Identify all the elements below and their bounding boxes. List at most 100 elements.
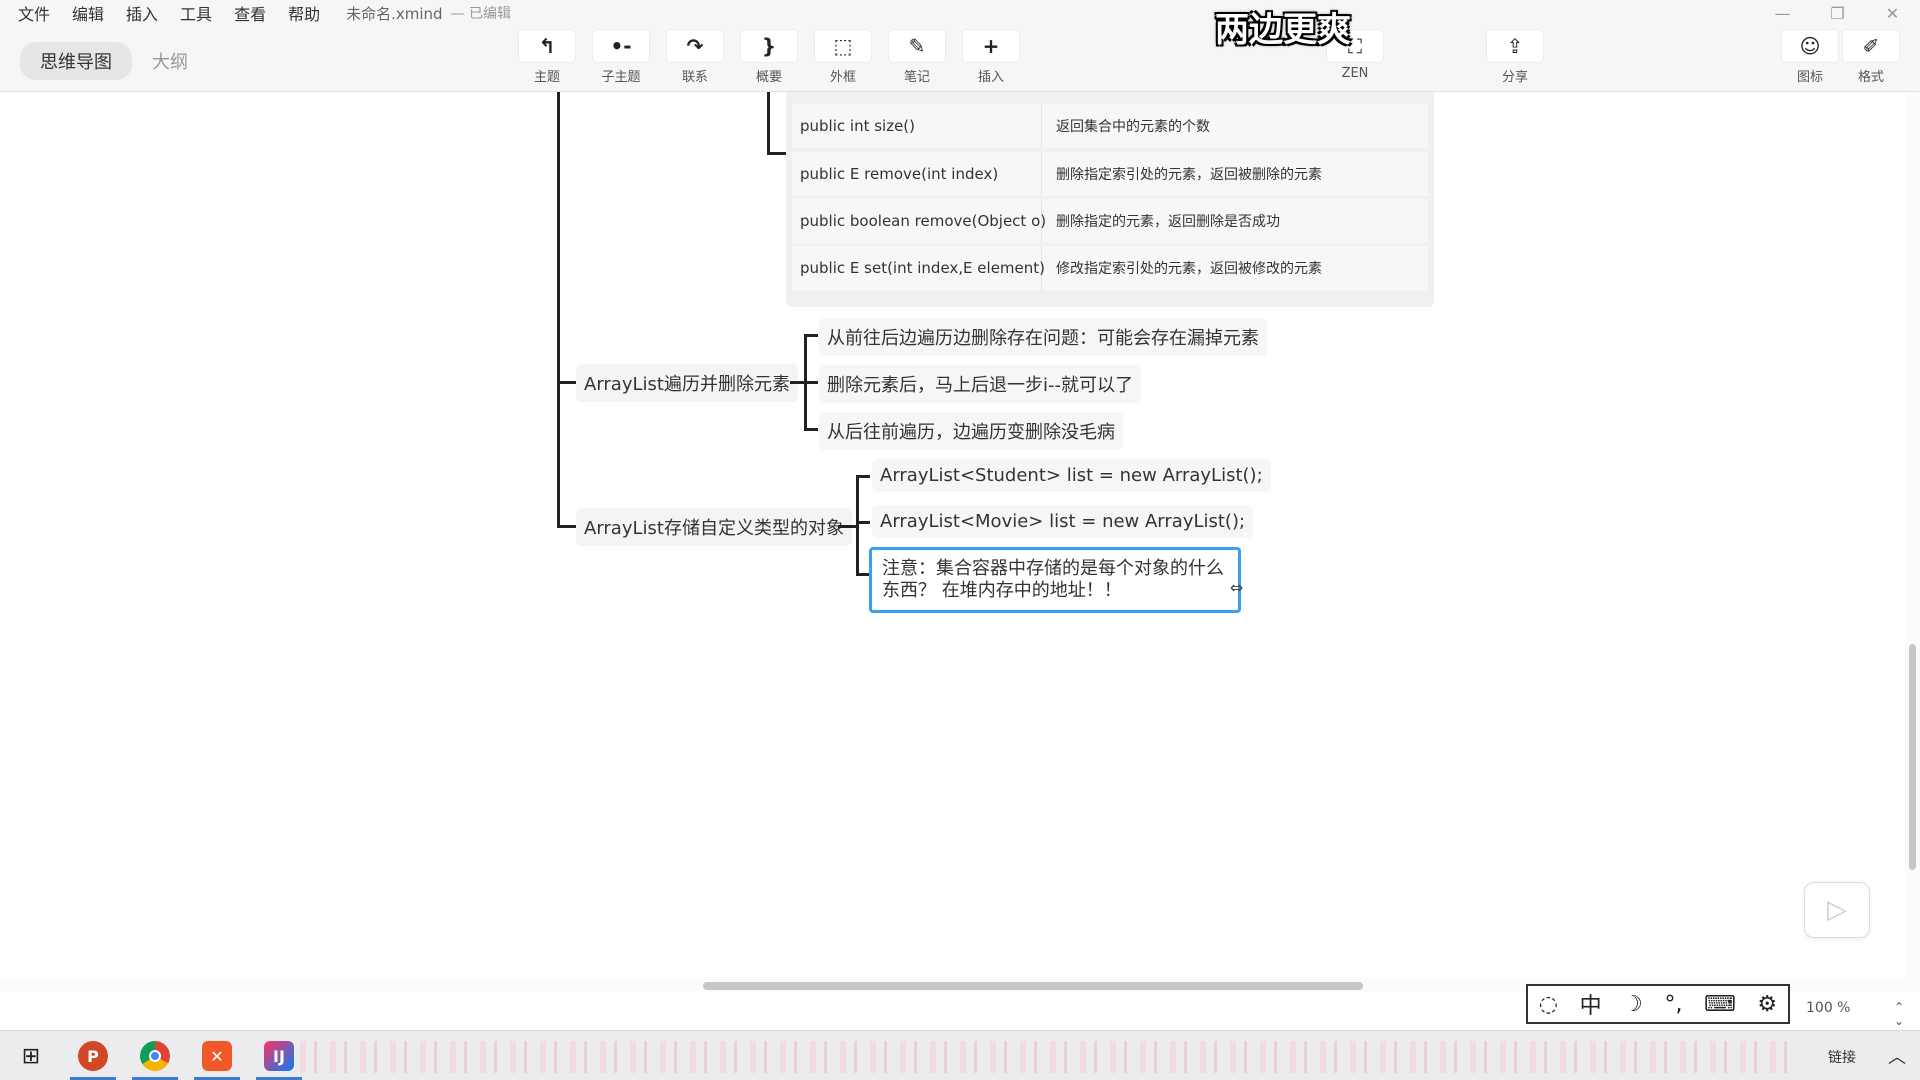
close-button[interactable]: ✕ bbox=[1865, 0, 1920, 26]
connector-line bbox=[767, 92, 770, 154]
share-icon: ⇪ bbox=[1487, 30, 1543, 62]
summary-label: 概要 bbox=[755, 70, 782, 85]
format-label: 格式 bbox=[1857, 70, 1884, 85]
ime-settings-icon[interactable]: ⚙ bbox=[1757, 992, 1777, 1017]
connector-line bbox=[838, 525, 858, 528]
share-button[interactable]: ⇪ 分享 bbox=[1480, 30, 1550, 85]
subtopic-reverse-traverse[interactable]: 从后往前遍历，边遍历变删除没毛病 bbox=[819, 412, 1123, 450]
topic-traverse-delete[interactable]: ArrayList遍历并删除元素 bbox=[576, 364, 798, 402]
document-status: — 已编辑 bbox=[450, 6, 511, 22]
mindmap-canvas[interactable]: public int size() 返回集合中的元素的个数 public E r… bbox=[0, 92, 1905, 984]
ime-moon-icon[interactable]: ☽ bbox=[1623, 992, 1643, 1017]
subtopic-label: 子主题 bbox=[601, 70, 641, 85]
topic-icon: ↰ bbox=[519, 30, 575, 62]
connector-line bbox=[557, 92, 560, 528]
subtopic-step-back[interactable]: 删除元素后，马上后退一步i--就可以了 bbox=[819, 365, 1141, 403]
start-button[interactable]: ⊞ bbox=[6, 1036, 56, 1076]
subtopic-button[interactable]: •- 子主题 bbox=[584, 30, 658, 85]
summary-button[interactable]: } 概要 bbox=[732, 30, 806, 85]
table-row[interactable]: public int size() 返回集合中的元素的个数 bbox=[792, 104, 1428, 148]
toolbar: ↰ 主题 •- 子主题 ↷ 联系 } 概要 ⬚ 外框 ✎ 笔记 + 插入 bbox=[510, 30, 1028, 85]
description-cell: 修改指定索引处的元素，返回被修改的元素 bbox=[1056, 261, 1322, 277]
connector-line bbox=[856, 521, 870, 524]
summary-icon: } bbox=[741, 30, 797, 62]
icon-panel-label: 图标 bbox=[1796, 70, 1823, 85]
relation-button[interactable]: ↷ 联系 bbox=[658, 30, 732, 85]
insert-button[interactable]: + 插入 bbox=[954, 30, 1028, 85]
intellij-icon: IJ bbox=[264, 1041, 294, 1071]
boundary-icon: ⬚ bbox=[815, 30, 871, 62]
method-table: public int size() 返回集合中的元素的个数 public E r… bbox=[786, 92, 1434, 307]
connector-line bbox=[856, 475, 870, 478]
menu-view[interactable]: 查看 bbox=[234, 1, 266, 25]
zen-label: ZEN bbox=[1341, 66, 1369, 81]
menu-file[interactable]: 文件 bbox=[18, 1, 50, 25]
zoom-stepper-icon[interactable]: ⌃ ⌄ bbox=[1894, 1000, 1904, 1028]
maximize-button[interactable]: ❐ bbox=[1810, 0, 1865, 26]
xmind-icon: ✕ bbox=[202, 1041, 232, 1071]
method-cell: public boolean remove(Object o) bbox=[792, 199, 1046, 243]
chrome-icon bbox=[140, 1041, 170, 1071]
scrollbar-thumb[interactable] bbox=[703, 982, 1363, 990]
plus-icon: + bbox=[963, 30, 1019, 62]
subtopic-movie-list[interactable]: ArrayList<Movie> list = new ArrayList(); bbox=[872, 505, 1254, 538]
menu-edit[interactable]: 编辑 bbox=[72, 1, 104, 25]
taskbar-app-intellij[interactable]: IJ bbox=[254, 1036, 304, 1080]
minimize-button[interactable]: — bbox=[1755, 0, 1810, 26]
ime-chinese-mode-icon[interactable]: 中 bbox=[1580, 988, 1602, 1020]
description-cell: 返回集合中的元素的个数 bbox=[1056, 119, 1210, 135]
tab-outline[interactable]: 大纲 bbox=[132, 42, 208, 80]
connector-line bbox=[767, 152, 787, 155]
scrollbar-thumb[interactable] bbox=[1909, 644, 1916, 870]
window-controls: — ❐ ✕ bbox=[1755, 0, 1920, 26]
ime-punctuation-icon[interactable]: °, bbox=[1664, 992, 1682, 1017]
insert-label: 插入 bbox=[977, 70, 1004, 85]
topic-label: 主题 bbox=[533, 70, 560, 85]
relation-label: 联系 bbox=[681, 70, 708, 85]
taskbar-app-xmind[interactable]: ✕ bbox=[192, 1036, 242, 1080]
ime-keyboard-icon[interactable]: ⌨ bbox=[1704, 992, 1736, 1017]
view-tabs: 思维导图 大纲 bbox=[20, 42, 208, 80]
ime-logo-icon[interactable]: ◌ bbox=[1539, 992, 1558, 1017]
brush-icon: ✐ bbox=[1843, 30, 1899, 62]
menu-tools[interactable]: 工具 bbox=[180, 1, 212, 25]
connector-line bbox=[856, 475, 859, 575]
powerpoint-icon: P bbox=[78, 1041, 108, 1071]
vertical-scrollbar[interactable] bbox=[1905, 92, 1920, 992]
table-row[interactable]: public E remove(int index) 删除指定索引处的元素，返回… bbox=[792, 152, 1428, 196]
tray-chevron-up-icon[interactable]: ︿ bbox=[1888, 1043, 1906, 1069]
topic-button[interactable]: ↰ 主题 bbox=[510, 30, 584, 85]
tab-mindmap[interactable]: 思维导图 bbox=[20, 42, 132, 80]
method-cell: public int size() bbox=[792, 104, 1042, 148]
taskbar-app-chrome[interactable] bbox=[130, 1036, 180, 1080]
menu-help[interactable]: 帮助 bbox=[288, 1, 320, 25]
tray-link-label[interactable]: 链接 bbox=[1828, 1047, 1856, 1067]
resize-handle-icon[interactable]: ⇔ bbox=[1230, 578, 1243, 597]
boundary-label: 外框 bbox=[829, 70, 856, 85]
subtopic-note-selected[interactable]: 注意：集合容器中存储的是每个对象的什么东西？ 在堆内存中的地址！！ bbox=[869, 547, 1241, 613]
topic-custom-type[interactable]: ArrayList存储自定义类型的对象 bbox=[576, 508, 852, 546]
connector-line bbox=[557, 381, 577, 384]
zoom-level[interactable]: 100 % bbox=[1806, 1000, 1850, 1016]
table-row[interactable]: public boolean remove(Object o) 删除指定的元素，… bbox=[792, 199, 1428, 243]
boundary-button[interactable]: ⬚ 外框 bbox=[806, 30, 880, 85]
windows-icon: ⊞ bbox=[21, 1043, 41, 1069]
taskbar-app-powerpoint[interactable]: P bbox=[68, 1036, 118, 1080]
icon-panel-button[interactable]: ☺ 图标 bbox=[1775, 30, 1845, 85]
video-subtitle: 两边更爽 bbox=[1215, 10, 1351, 50]
menu-insert[interactable]: 插入 bbox=[126, 1, 158, 25]
method-cell: public E remove(int index) bbox=[792, 152, 1042, 196]
connector-line bbox=[804, 428, 818, 431]
play-icon: ▷ bbox=[1827, 895, 1847, 925]
play-button[interactable]: ▷ bbox=[1804, 882, 1870, 938]
note-button[interactable]: ✎ 笔记 bbox=[880, 30, 954, 85]
method-cell: public E set(int index,E element) bbox=[792, 246, 1045, 290]
connector-line bbox=[856, 573, 870, 576]
share-label: 分享 bbox=[1501, 70, 1528, 85]
format-button[interactable]: ✐ 格式 bbox=[1836, 30, 1906, 85]
subtopic-student-list[interactable]: ArrayList<Student> list = new ArrayList(… bbox=[872, 459, 1271, 492]
taskbar: ⊞ P ✕ IJ 链接 ︿ bbox=[0, 1030, 1920, 1080]
subtopic-traverse-problem[interactable]: 从前往后边遍历边删除存在问题：可能会存在漏掉元素 bbox=[819, 318, 1267, 356]
table-row[interactable]: public E set(int index,E element) 修改指定索引… bbox=[792, 246, 1428, 290]
ime-toolbar: ◌ 中 ☽ °, ⌨ ⚙ bbox=[1526, 984, 1790, 1024]
